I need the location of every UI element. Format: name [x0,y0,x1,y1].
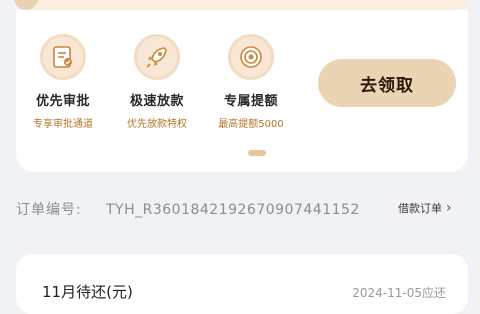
rocket-icon [134,34,180,80]
approval-form-icon [40,34,86,80]
promo-header-strip [14,0,468,10]
feature-subtitle: 专享审批通道 [33,119,93,130]
header-decoration [14,0,38,10]
order-number-value: TYH_R3601842192670907441152 [106,202,360,218]
claim-button[interactable]: 去领取 [318,59,456,107]
feature-title: 专属提额 [223,94,278,109]
feature-fast-disbursement: 极速放款 优先放款特权 [112,34,202,130]
feature-title: 优先审批 [35,94,90,109]
loan-orders-link[interactable]: 借款订单 › [398,200,452,216]
feature-subtitle: 优先放款特权 [127,119,187,130]
coin-icon [228,34,274,80]
due-date: 2024-11-05应还 [352,286,446,300]
feature-exclusive-limit: 专属提额 最高提额5000 [206,34,296,130]
due-amount-title: 11月待还(元) [42,283,133,301]
benefits-card: 优先审批 专享审批通道 极速放款 优先放款特权 专属提额 最高提额5000 去领 [16,10,468,172]
carousel-dot-active [248,150,266,156]
feature-title: 极速放款 [129,94,184,109]
feature-priority-approval: 优先审批 专享审批通道 [18,34,108,130]
chevron-right-icon: › [446,199,452,216]
feature-subtitle: 最高提额5000 [218,119,284,130]
carousel-indicator [248,150,266,156]
loan-orders-label: 借款订单 [398,202,442,215]
order-number-label: 订单编号: [16,202,82,218]
repayment-card[interactable]: 11月待还(元) 2024-11-05应还 [16,254,468,314]
